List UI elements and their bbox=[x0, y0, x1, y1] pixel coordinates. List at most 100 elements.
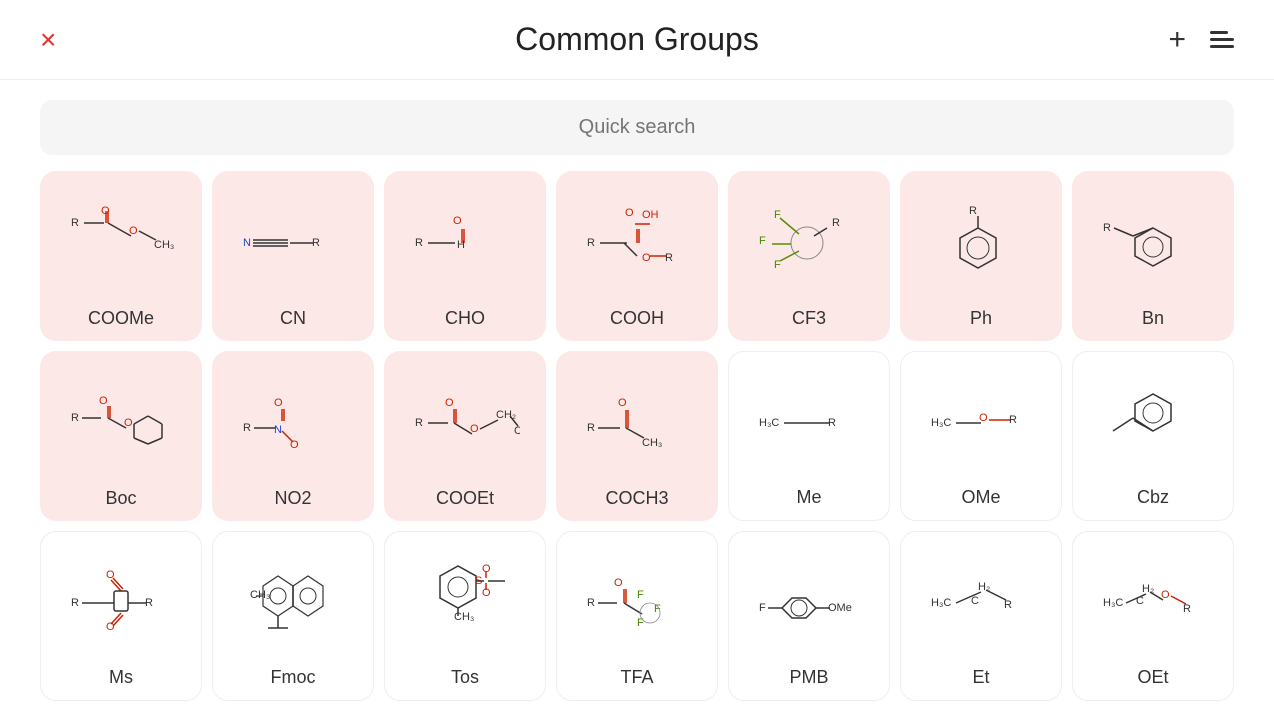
coome-structure: R O O CH₃ bbox=[48, 181, 194, 300]
list-view-button[interactable] bbox=[1210, 31, 1234, 48]
svg-text:CH₃: CH₃ bbox=[154, 239, 174, 251]
group-card-cooh[interactable]: OH R O O R COOH bbox=[556, 171, 718, 341]
group-card-bn[interactable]: R Bn bbox=[1072, 171, 1234, 341]
svg-text:R: R bbox=[665, 252, 673, 264]
cn-label: CN bbox=[280, 308, 306, 329]
svg-text:R: R bbox=[312, 237, 320, 249]
svg-text:F: F bbox=[759, 602, 766, 614]
group-card-ph[interactable]: R Ph bbox=[900, 171, 1062, 341]
cbz-structure bbox=[1081, 362, 1225, 479]
group-card-coome[interactable]: R O O CH₃ COOMe bbox=[40, 171, 202, 341]
svg-text:R: R bbox=[587, 237, 595, 249]
group-card-oet[interactable]: H₃C H₂ C O R OEt bbox=[1072, 531, 1234, 701]
ph-structure: R bbox=[908, 181, 1054, 300]
svg-text:O: O bbox=[106, 621, 115, 633]
svg-text:O: O bbox=[470, 423, 479, 435]
group-card-ms[interactable]: O O R R Ms bbox=[40, 531, 202, 701]
svg-text:OMe: OMe bbox=[828, 602, 852, 614]
svg-text:N: N bbox=[274, 424, 282, 436]
group-card-boc[interactable]: R O O Boc bbox=[40, 351, 202, 521]
svg-text:R: R bbox=[587, 422, 595, 434]
cho-label: CHO bbox=[445, 308, 485, 329]
cho-structure: R O H bbox=[392, 181, 538, 300]
svg-text:R: R bbox=[832, 217, 840, 229]
group-card-pmb[interactable]: F OMe PMB bbox=[728, 531, 890, 701]
svg-text:F: F bbox=[759, 235, 766, 247]
svg-text:O: O bbox=[618, 397, 627, 409]
close-button[interactable]: × bbox=[40, 26, 56, 54]
svg-text:R: R bbox=[1004, 599, 1012, 611]
cbz-label: Cbz bbox=[1137, 487, 1169, 508]
group-card-no2[interactable]: R N O O NO2 bbox=[212, 351, 374, 521]
tfa-label: TFA bbox=[620, 667, 653, 688]
svg-text:H: H bbox=[457, 239, 465, 251]
tos-label: Tos bbox=[451, 667, 479, 688]
cn-structure: N R bbox=[220, 181, 366, 300]
cf3-structure: F R F F bbox=[736, 181, 882, 300]
svg-text:F: F bbox=[637, 617, 644, 629]
svg-text:H₃C: H₃C bbox=[931, 597, 951, 609]
bn-label: Bn bbox=[1142, 308, 1164, 329]
svg-text:R: R bbox=[71, 217, 79, 229]
svg-text:CH₃: CH₃ bbox=[642, 437, 662, 449]
svg-text:O: O bbox=[274, 397, 283, 409]
me-label: Me bbox=[796, 487, 821, 508]
group-card-cho[interactable]: R O H CHO bbox=[384, 171, 546, 341]
svg-text:O: O bbox=[453, 215, 462, 227]
ph-label: Ph bbox=[970, 308, 992, 329]
svg-text:OH: OH bbox=[642, 209, 659, 221]
svg-text:R: R bbox=[243, 422, 251, 434]
svg-text:R: R bbox=[828, 417, 836, 429]
me-structure: H₃C R bbox=[737, 362, 881, 479]
coch3-label: COCH3 bbox=[605, 488, 668, 509]
group-card-cbz[interactable]: Cbz bbox=[1072, 351, 1234, 521]
cooh-label: COOH bbox=[610, 308, 664, 329]
search-input[interactable] bbox=[56, 116, 1218, 139]
no2-structure: R N O O bbox=[220, 361, 366, 480]
svg-text:C: C bbox=[1136, 595, 1144, 607]
group-card-cooet[interactable]: R O O CH₂ CH₃ COOEt bbox=[384, 351, 546, 521]
group-card-cf3[interactable]: F R F F CF3 bbox=[728, 171, 890, 341]
group-card-fmoc[interactable]: CH₃ Fmoc bbox=[212, 531, 374, 701]
tfa-structure: R O F F F bbox=[565, 542, 709, 659]
header-left: × bbox=[40, 26, 56, 54]
svg-text:O: O bbox=[124, 417, 133, 429]
coome-label: COOMe bbox=[88, 308, 154, 329]
search-bar[interactable] bbox=[40, 100, 1234, 155]
tos-structure: CH₃ S O O bbox=[393, 542, 537, 659]
svg-text:R: R bbox=[71, 597, 79, 609]
group-card-tfa[interactable]: R O F F F TFA bbox=[556, 531, 718, 701]
ome-label: OMe bbox=[961, 487, 1000, 508]
svg-text:H₃C: H₃C bbox=[759, 417, 779, 429]
ms-structure: O O R R bbox=[49, 542, 193, 659]
group-card-me[interactable]: H₃C R Me bbox=[728, 351, 890, 521]
svg-text:N: N bbox=[243, 237, 251, 249]
group-card-tos[interactable]: CH₃ S O O Tos bbox=[384, 531, 546, 701]
svg-text:C: C bbox=[971, 595, 979, 607]
fmoc-label: Fmoc bbox=[271, 667, 316, 688]
svg-text:O: O bbox=[1161, 589, 1170, 601]
group-card-coch3[interactable]: R O CH₃ COCH3 bbox=[556, 351, 718, 521]
page-title: Common Groups bbox=[515, 21, 759, 58]
group-card-cn[interactable]: N R CN bbox=[212, 171, 374, 341]
ms-label: Ms bbox=[109, 667, 133, 688]
fmoc-structure: CH₃ bbox=[221, 542, 365, 659]
group-card-et[interactable]: H₃C H₂ C R Et bbox=[900, 531, 1062, 701]
header-right: + bbox=[1168, 25, 1234, 55]
oet-structure: H₃C H₂ C O R bbox=[1081, 542, 1225, 659]
svg-text:R: R bbox=[145, 597, 153, 609]
cooet-label: COOEt bbox=[436, 488, 494, 509]
et-label: Et bbox=[972, 667, 989, 688]
oet-label: OEt bbox=[1137, 667, 1168, 688]
group-card-ome[interactable]: H₃C O R OMe bbox=[900, 351, 1062, 521]
svg-text:R: R bbox=[969, 205, 977, 217]
svg-text:CH₃: CH₃ bbox=[514, 425, 520, 437]
svg-text:O: O bbox=[445, 397, 454, 409]
ome-structure: H₃C O R bbox=[909, 362, 1053, 479]
svg-text:O: O bbox=[129, 225, 138, 237]
svg-text:R: R bbox=[1009, 414, 1017, 426]
add-button[interactable]: + bbox=[1168, 25, 1186, 55]
boc-structure: R O O bbox=[48, 361, 194, 480]
svg-text:R: R bbox=[587, 597, 595, 609]
coch3-structure: R O CH₃ bbox=[564, 361, 710, 480]
